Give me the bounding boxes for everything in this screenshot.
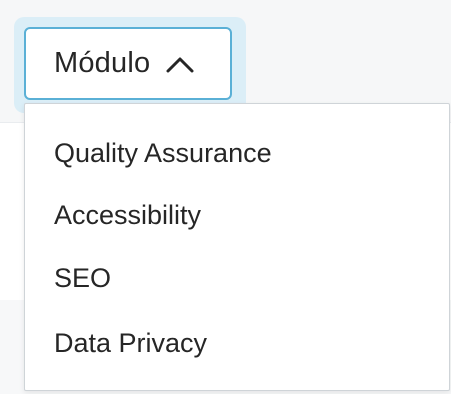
menu-item-data-privacy[interactable]: Data Privacy: [25, 312, 449, 374]
menu-item-seo[interactable]: SEO: [25, 247, 449, 309]
module-dropdown-label: Módulo: [54, 47, 151, 79]
menu-item-quality-assurance[interactable]: Quality Assurance: [25, 122, 449, 184]
menu-item-accessibility[interactable]: Accessibility: [25, 184, 449, 246]
menu-item-label: Accessibility: [54, 199, 202, 230]
menu-item-label: Data Privacy: [54, 327, 208, 358]
menu-item-label: SEO: [54, 262, 112, 293]
chevron-up-icon: [164, 52, 196, 76]
page: Módulo Quality Assurance Accessibility S…: [0, 0, 451, 394]
module-dropdown-button[interactable]: Módulo: [24, 27, 232, 100]
menu-item-label: Quality Assurance: [54, 137, 272, 168]
module-dropdown-menu: Quality Assurance Accessibility SEO Data…: [24, 103, 450, 391]
